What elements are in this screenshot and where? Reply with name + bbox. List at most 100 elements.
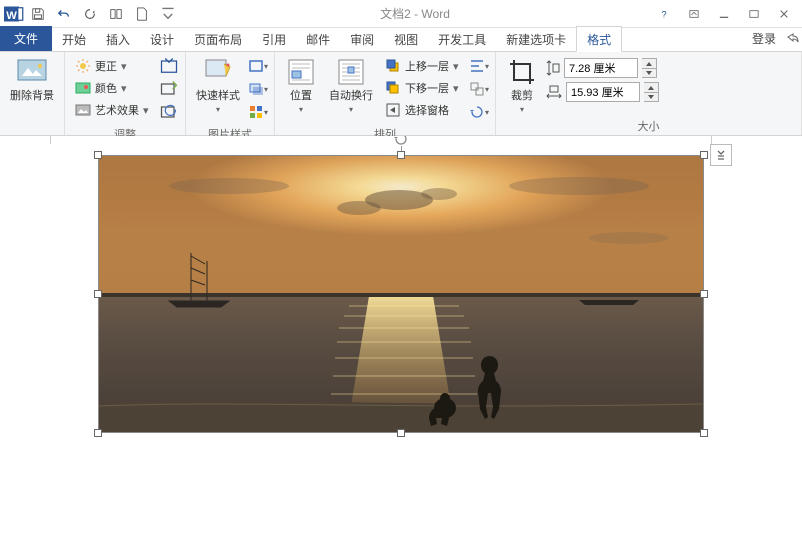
height-down-button[interactable] bbox=[642, 68, 656, 77]
brightness-icon bbox=[75, 58, 91, 74]
handle-top-left[interactable] bbox=[94, 151, 102, 159]
crop-icon bbox=[506, 56, 538, 88]
canvas bbox=[50, 156, 752, 432]
crop-button[interactable]: 裁剪 ▾ bbox=[500, 54, 544, 116]
ribbon-tabs: 文件 开始 插入 设计 页面布局 引用 邮件 审阅 视图 开发工具 新建选项卡 … bbox=[0, 28, 802, 52]
tab-view[interactable]: 视图 bbox=[384, 27, 428, 51]
bring-forward-button[interactable]: 上移一层 ▾ bbox=[381, 56, 465, 76]
tab-format[interactable]: 格式 bbox=[576, 26, 622, 52]
close-button[interactable] bbox=[770, 3, 798, 25]
tab-newtab[interactable]: 新建选项卡 bbox=[496, 27, 576, 51]
height-up-button[interactable] bbox=[642, 59, 656, 68]
height-icon bbox=[546, 60, 560, 76]
picture-layout-button[interactable]: ▾ bbox=[248, 102, 268, 122]
help-button[interactable]: ? bbox=[650, 3, 678, 25]
chevron-down-icon: ▾ bbox=[349, 105, 353, 114]
tab-references[interactable]: 引用 bbox=[252, 27, 296, 51]
tab-insert[interactable]: 插入 bbox=[96, 27, 140, 51]
tab-design[interactable]: 设计 bbox=[140, 27, 184, 51]
size-group-label: 大小 bbox=[500, 116, 797, 135]
handle-bottom-left[interactable] bbox=[94, 429, 102, 437]
width-control bbox=[546, 82, 659, 102]
height-control bbox=[546, 58, 659, 78]
selected-image[interactable] bbox=[99, 156, 703, 432]
compress-pictures-button[interactable] bbox=[159, 56, 179, 76]
artistic-icon bbox=[75, 102, 91, 118]
touch-mode-button[interactable] bbox=[104, 2, 128, 26]
position-label: 位置 bbox=[290, 90, 312, 103]
redo-button[interactable] bbox=[78, 2, 102, 26]
send-backward-icon bbox=[385, 80, 401, 96]
group-button[interactable]: ▾ bbox=[469, 79, 489, 99]
ribbon-display-button[interactable] bbox=[680, 3, 708, 25]
document-area[interactable] bbox=[0, 136, 802, 538]
align-button[interactable]: ▾ bbox=[469, 56, 489, 76]
qat: W bbox=[0, 2, 180, 26]
rotate-handle[interactable] bbox=[394, 136, 408, 146]
wrap-label: 自动换行 bbox=[329, 90, 373, 103]
corrections-label: 更正 bbox=[95, 58, 117, 74]
chevron-down-icon: ▾ bbox=[121, 82, 129, 95]
tab-file[interactable]: 文件 bbox=[0, 26, 52, 51]
titlebar: W 文档2 - Word ? bbox=[0, 0, 802, 28]
remove-background-button[interactable]: 删除背景 bbox=[4, 54, 60, 105]
send-backward-label: 下移一层 bbox=[405, 80, 449, 96]
change-picture-button[interactable] bbox=[159, 79, 179, 99]
rotate-button[interactable]: ▾ bbox=[469, 102, 489, 122]
chevron-down-icon: ▾ bbox=[143, 104, 151, 117]
window-title: 文档2 - Word bbox=[180, 5, 650, 22]
width-input[interactable] bbox=[566, 82, 640, 102]
handle-top[interactable] bbox=[397, 151, 405, 159]
handle-left[interactable] bbox=[94, 290, 102, 298]
corrections-button[interactable]: 更正 ▾ bbox=[71, 56, 155, 76]
handle-bottom-right[interactable] bbox=[700, 429, 708, 437]
artistic-effects-button[interactable]: 艺术效果 ▾ bbox=[71, 100, 155, 120]
chevron-down-icon: ▾ bbox=[453, 82, 461, 95]
minimize-button[interactable] bbox=[710, 3, 738, 25]
group-adjust: 更正 ▾ 颜色 ▾ 艺术效果 ▾ 调整 bbox=[65, 52, 186, 135]
window-controls: ? bbox=[650, 3, 802, 25]
width-spinner bbox=[644, 82, 659, 102]
undo-button[interactable] bbox=[52, 2, 76, 26]
group-picture-styles: 快速样式 ▾ ▾ ▾ ▾ 图片样式 bbox=[186, 52, 275, 135]
wrap-text-button[interactable]: 自动换行 ▾ bbox=[323, 54, 379, 116]
new-doc-button[interactable] bbox=[130, 2, 154, 26]
tab-mailings[interactable]: 邮件 bbox=[296, 27, 340, 51]
tab-home[interactable]: 开始 bbox=[52, 27, 96, 51]
maximize-button[interactable] bbox=[740, 3, 768, 25]
tab-review[interactable]: 审阅 bbox=[340, 27, 384, 51]
handle-right[interactable] bbox=[700, 290, 708, 298]
selection-pane-button[interactable]: 选择窗格 bbox=[381, 100, 465, 120]
group-remove-bg: 删除背景 bbox=[0, 52, 65, 135]
wrap-icon bbox=[335, 56, 367, 88]
bring-forward-label: 上移一层 bbox=[405, 58, 449, 74]
handle-bottom[interactable] bbox=[397, 429, 405, 437]
reset-picture-button[interactable] bbox=[159, 102, 179, 122]
svg-text:W: W bbox=[6, 10, 17, 22]
quick-styles-icon bbox=[202, 56, 234, 88]
color-button[interactable]: 颜色 ▾ bbox=[71, 78, 155, 98]
width-up-button[interactable] bbox=[644, 83, 658, 92]
handle-top-right[interactable] bbox=[700, 151, 708, 159]
tab-developer[interactable]: 开发工具 bbox=[428, 27, 496, 51]
position-button[interactable]: 位置 ▾ bbox=[279, 54, 323, 116]
width-down-button[interactable] bbox=[644, 92, 658, 101]
picture-effects-button[interactable]: ▾ bbox=[248, 79, 268, 99]
word-app-icon: W bbox=[4, 4, 24, 24]
selection-pane-icon bbox=[385, 102, 401, 118]
quick-styles-button[interactable]: 快速样式 ▾ bbox=[190, 54, 246, 116]
group-arrange: 位置 ▾ 自动换行 ▾ 上移一层 ▾ 下移一层 ▾ bbox=[275, 52, 496, 135]
tab-layout[interactable]: 页面布局 bbox=[184, 27, 252, 51]
height-input[interactable] bbox=[564, 58, 638, 78]
qat-dropdown-icon[interactable] bbox=[156, 2, 180, 26]
group-size: 裁剪 ▾ bbox=[496, 52, 802, 135]
color-icon bbox=[75, 80, 91, 96]
login-link[interactable]: 登录 bbox=[744, 26, 784, 51]
save-button[interactable] bbox=[26, 2, 50, 26]
crop-label: 裁剪 bbox=[511, 90, 533, 103]
share-icon[interactable] bbox=[784, 33, 802, 45]
chevron-down-icon: ▾ bbox=[299, 105, 303, 114]
send-backward-button[interactable]: 下移一层 ▾ bbox=[381, 78, 465, 98]
color-label: 颜色 bbox=[95, 80, 117, 96]
picture-border-button[interactable]: ▾ bbox=[248, 56, 268, 76]
